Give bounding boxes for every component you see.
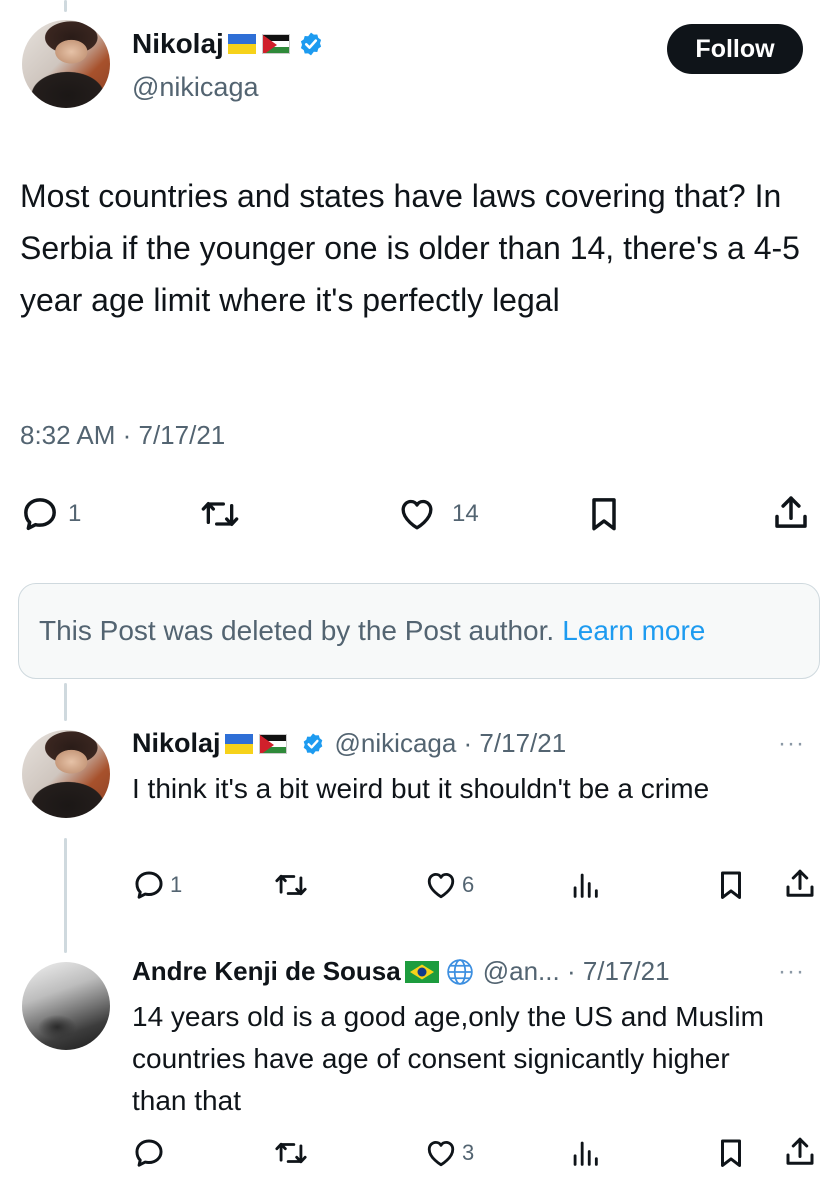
repost-button[interactable] — [198, 494, 242, 534]
share-icon — [782, 1134, 818, 1170]
reply-icon — [20, 494, 60, 534]
learn-more-link[interactable]: Learn more — [562, 615, 705, 647]
like-count: 14 — [452, 500, 479, 527]
palestine-flag-icon — [258, 733, 287, 754]
verified-badge-icon — [298, 31, 324, 57]
repost-icon — [272, 1136, 310, 1170]
share-icon — [770, 492, 812, 534]
author-row: Nikolaj — [132, 28, 324, 60]
reply2-share-button[interactable] — [782, 1134, 818, 1170]
more-icon[interactable]: ··· — [778, 958, 805, 986]
bookmark-icon — [714, 868, 748, 902]
reply1-handle-date[interactable]: @nikicaga · 7/17/21 — [335, 728, 567, 759]
views-icon — [568, 868, 602, 902]
reply2-header: Andre Kenji de Sousa @an... · 7/17/21 — [132, 956, 670, 987]
post-timestamp[interactable]: 8:32 AM · 7/17/21 — [20, 420, 225, 451]
author-handle[interactable]: @nikicaga — [132, 72, 258, 103]
palestine-flag-icon — [261, 34, 290, 54]
reply2-text: 14 years old is a good age,only the US a… — [132, 1001, 764, 1116]
verified-badge-icon — [301, 732, 325, 756]
bookmark-icon — [584, 494, 624, 534]
post-text: Most countries and states have laws cove… — [20, 178, 800, 318]
thread-line-deleted — [64, 683, 67, 721]
reply-count: 1 — [68, 500, 82, 527]
reply2-like-count: 3 — [462, 1140, 475, 1165]
reply-avatar-nikolaj[interactable] — [22, 730, 110, 818]
deleted-notice-text: This Post was deleted by the Post author… — [39, 615, 555, 646]
avatar-nikolaj[interactable] — [22, 20, 110, 108]
reply1-repost-button[interactable] — [272, 868, 310, 902]
globe-icon — [445, 957, 475, 987]
more-icon[interactable]: ··· — [778, 730, 805, 758]
repost-icon — [198, 494, 242, 534]
reply1-share-button[interactable] — [782, 866, 818, 902]
views-icon — [568, 1136, 602, 1170]
repost-icon — [272, 868, 310, 902]
reply2-repost-button[interactable] — [272, 1136, 310, 1170]
follow-button[interactable]: Follow — [667, 24, 803, 74]
brazil-flag-icon — [404, 960, 439, 983]
reply1-views-button[interactable] — [568, 868, 602, 902]
reply2-reply-button[interactable] — [132, 1136, 166, 1170]
reply1-like-count: 6 — [462, 872, 475, 897]
share-button[interactable] — [770, 492, 812, 534]
share-icon — [782, 866, 818, 902]
reply-avatar-andre[interactable] — [22, 962, 110, 1050]
reply2-views-button[interactable] — [568, 1136, 602, 1170]
thread-line-top — [64, 0, 67, 12]
reply2-bookmark-button[interactable] — [714, 1136, 748, 1170]
ukraine-flag-icon — [224, 733, 253, 754]
reply-icon — [132, 1136, 166, 1170]
like-icon — [424, 868, 458, 902]
bookmark-button[interactable] — [584, 494, 624, 534]
like-icon — [424, 1136, 458, 1170]
reply1-text: I think it's a bit weird but it shouldn'… — [132, 773, 710, 804]
ukraine-flag-icon — [227, 34, 256, 54]
reply1-like-button[interactable]: 6 — [424, 868, 474, 902]
reply1-reply-button[interactable]: 1 — [132, 868, 182, 902]
reply1-bookmark-button[interactable] — [714, 868, 748, 902]
like-icon — [396, 494, 438, 534]
author-name[interactable]: Nikolaj — [132, 28, 224, 60]
reply-icon — [132, 868, 166, 902]
bookmark-icon — [714, 1136, 748, 1170]
reply2-like-button[interactable]: 3 — [424, 1136, 474, 1170]
reply1-author-name[interactable]: Nikolaj — [132, 728, 221, 759]
reply2-handle-date[interactable]: @an... · 7/17/21 — [483, 956, 670, 987]
reply1-header: Nikolaj @nikicaga · 7/17/21 — [132, 728, 566, 759]
reply-button[interactable]: 1 — [20, 494, 81, 534]
thread-line-reply — [64, 838, 67, 953]
like-button[interactable]: 14 — [396, 494, 479, 534]
reply2-author-name[interactable]: Andre Kenji de Sousa — [132, 956, 401, 987]
reply1-reply-count: 1 — [170, 872, 183, 897]
deleted-post-notice: This Post was deleted by the Post author… — [18, 583, 820, 679]
